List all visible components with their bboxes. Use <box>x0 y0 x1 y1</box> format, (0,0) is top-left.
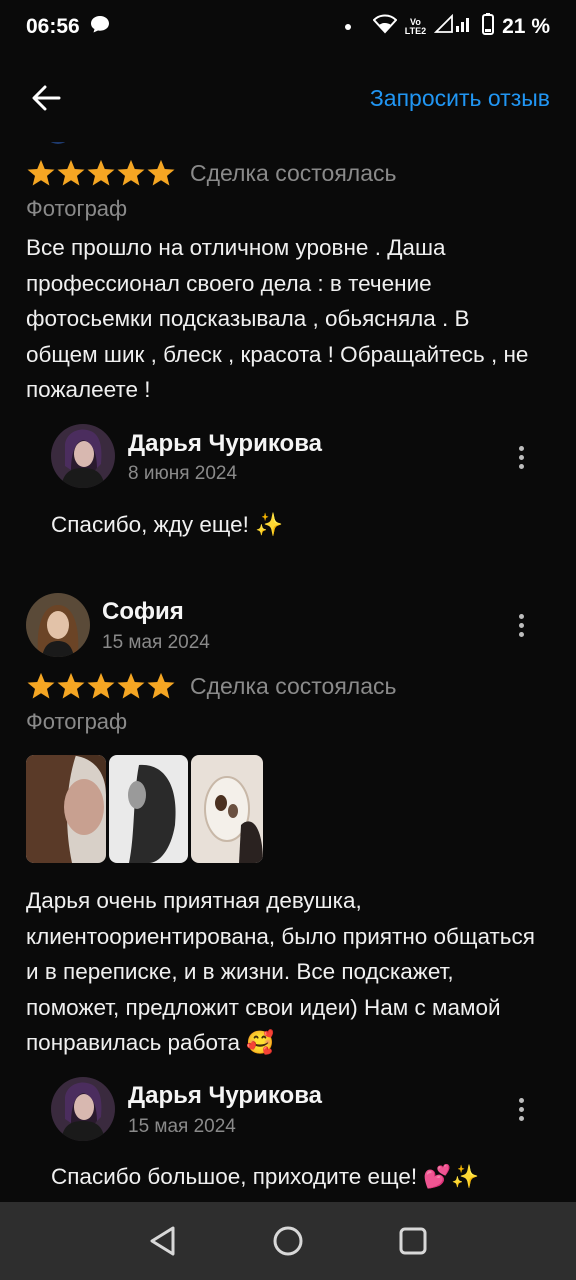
avatar[interactable] <box>51 1077 115 1141</box>
back-button[interactable] <box>28 80 64 116</box>
back-arrow-icon <box>32 85 61 111</box>
triangle-back-icon <box>150 1226 175 1256</box>
star-icon <box>27 159 55 186</box>
circle-home-icon <box>273 1226 303 1256</box>
avatar[interactable] <box>51 424 115 488</box>
star-icon <box>27 672 55 699</box>
star-icon <box>147 159 175 186</box>
nav-recents-button[interactable] <box>393 1221 433 1261</box>
reply-text: Спасибо большое, приходите еще! 💕✨ <box>51 1164 480 1189</box>
star-icon <box>57 672 85 699</box>
more-options-icon[interactable] <box>509 442 533 472</box>
battery-percent: 21 % <box>502 15 550 38</box>
reply-date: 15 мая 2024 <box>128 1116 236 1137</box>
notification-dot-icon <box>344 24 351 30</box>
reply-date: 8 июня 2024 <box>128 463 238 484</box>
star-icon <box>87 672 115 699</box>
volte-icon: Vo LTE2 <box>405 18 426 36</box>
review-category: Фотограф <box>26 709 128 734</box>
deal-status: Сделка состоялась <box>190 159 397 186</box>
star-icon <box>117 672 145 699</box>
review-author-name: София <box>102 598 184 625</box>
more-options-icon[interactable] <box>509 610 533 640</box>
review-photo[interactable] <box>109 755 188 863</box>
review-photo[interactable] <box>26 755 106 863</box>
star-icon <box>147 672 175 699</box>
previous-avatar <box>44 142 72 144</box>
status-bar: 06:56 Vo LTE2 21 % <box>0 0 576 54</box>
battery-icon <box>482 13 495 41</box>
nav-home-button[interactable] <box>268 1221 308 1261</box>
request-review-button[interactable]: Запросить отзыв <box>370 85 550 112</box>
reply-author-name: Дарья Чурикова <box>128 430 322 457</box>
reply-author-name: Дарья Чурикова <box>128 1082 322 1109</box>
review-text: Дарья очень приятная девушка, клиентоори… <box>26 888 535 1055</box>
rating-stars: Сделка состоялась <box>26 158 397 188</box>
reply-text: Спасибо, жду еще! ✨ <box>51 512 284 537</box>
deal-status: Сделка состоялась <box>190 672 397 699</box>
signal-icon <box>433 13 474 40</box>
rating-stars: Сделка состоялась <box>26 671 397 701</box>
review-text: Все прошло на отличном уровне . Даша про… <box>26 235 529 402</box>
chat-bubble-icon <box>90 14 110 40</box>
app-bar: Запросить отзыв <box>0 54 576 142</box>
star-icon <box>57 159 85 186</box>
status-time: 06:56 <box>26 15 80 38</box>
square-recents-icon <box>399 1227 427 1255</box>
review-photo[interactable] <box>191 755 263 863</box>
reviews-list[interactable]: Сделка состоялась Фотограф Все прошло на… <box>0 142 576 1202</box>
review-date: 15 мая 2024 <box>102 632 210 653</box>
avatar[interactable] <box>26 593 90 657</box>
star-icon <box>87 159 115 186</box>
wifi-icon <box>372 14 398 40</box>
more-options-icon[interactable] <box>509 1094 533 1124</box>
star-icon <box>117 159 145 186</box>
nav-back-button[interactable] <box>143 1221 183 1261</box>
review-category: Фотограф <box>26 196 128 221</box>
system-nav-bar <box>0 1202 576 1280</box>
volte-bottom-label: LTE2 <box>404 26 427 36</box>
